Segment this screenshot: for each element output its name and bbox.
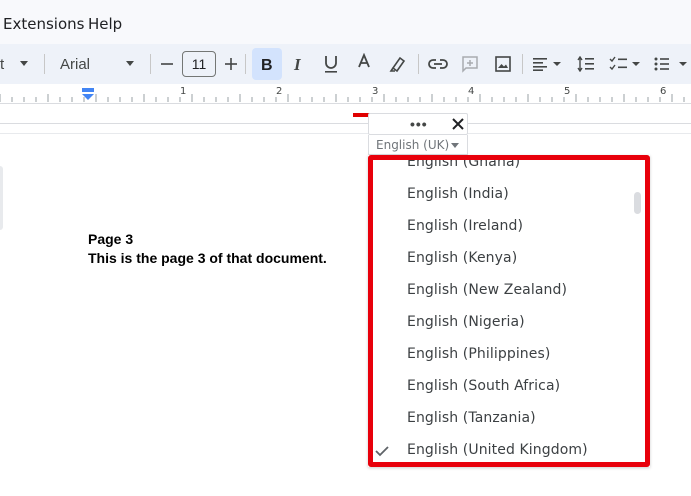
ruler-number: 1 (180, 86, 187, 97)
paragraph-style-value: t (0, 55, 5, 73)
add-comment-button[interactable] (457, 50, 483, 78)
svg-text:I: I (293, 56, 302, 72)
document-heading: Page 3 (88, 231, 134, 247)
close-icon[interactable] (449, 115, 467, 133)
language-option-label: English (Nigeria) (407, 314, 525, 330)
font-size-input[interactable]: 11 (182, 51, 216, 77)
language-option-label: English (Kenya) (407, 250, 518, 266)
checklist-icon (609, 56, 640, 71)
page-top-line (0, 133, 691, 134)
language-dropdown-list: English (Ghana) English (India) English … (368, 155, 650, 467)
image-icon (495, 56, 511, 72)
align-icon (533, 58, 561, 71)
caret-down-icon (451, 143, 459, 148)
toolbar-divider (44, 54, 45, 74)
language-option[interactable]: English (Ireland) (368, 211, 636, 243)
increase-font-size-button[interactable] (222, 54, 240, 74)
plus-icon (225, 58, 237, 70)
caret-down-icon (20, 61, 28, 66)
ruler-number: 4 (468, 86, 475, 97)
text-color-icon (358, 53, 370, 68)
highlight-color-button[interactable] (386, 50, 410, 78)
ruler-ticks (0, 94, 685, 102)
language-option[interactable]: English (Philippines) (368, 339, 636, 371)
toolbar-divider (522, 54, 523, 74)
text-color-button[interactable] (352, 50, 376, 72)
underline-button[interactable] (319, 50, 343, 78)
language-option[interactable]: English (South Africa) (368, 371, 636, 403)
language-option-label: English (South Africa) (407, 378, 561, 394)
toolbar: t Arial 11 B I (0, 44, 691, 117)
language-option[interactable]: English (Nigeria) (368, 307, 636, 339)
language-option[interactable]: English (New Zealand) (368, 275, 636, 307)
language-option[interactable]: English (Kenya) (368, 243, 636, 275)
language-option-label: English (Philippines) (407, 346, 551, 362)
language-option-label: English (Ghana) (407, 155, 521, 170)
language-widget: ••• (368, 113, 468, 135)
language-select-value: English (UK) (376, 138, 450, 152)
ruler-number: 3 (372, 86, 379, 97)
side-panel-edge (0, 166, 3, 230)
italic-icon: I (293, 56, 302, 72)
language-option-label: English (Ireland) (407, 218, 524, 234)
indent-marker-icon[interactable] (82, 88, 94, 102)
language-option[interactable]: English (India) (368, 179, 636, 211)
language-option-label: English (Tanzania) (407, 410, 536, 426)
bold-button[interactable]: B (252, 48, 282, 80)
link-icon (428, 59, 448, 69)
insert-link-button[interactable] (425, 50, 451, 78)
align-button[interactable] (529, 50, 565, 78)
toolbar-divider (418, 54, 419, 74)
svg-text:B: B (261, 57, 273, 72)
language-option-label: English (United Kingdom) (407, 442, 588, 458)
toolbar-divider (150, 54, 151, 74)
add-comment-icon (462, 56, 478, 73)
checkmark-icon (375, 446, 389, 457)
caret-down-icon (126, 61, 134, 66)
bulleted-list-button[interactable] (651, 50, 691, 78)
ruler-number: 6 (660, 86, 667, 97)
menu-extensions[interactable]: Extensions (3, 15, 84, 33)
decrease-font-size-button[interactable] (158, 54, 176, 74)
language-option[interactable]: English (Tanzania) (368, 403, 636, 435)
language-option[interactable]: English (Ghana) (368, 155, 636, 179)
insert-image-button[interactable] (490, 50, 516, 78)
underline-icon (325, 56, 337, 73)
toolbar-divider (245, 54, 246, 74)
minus-icon (161, 63, 173, 65)
bulleted-list-icon (654, 57, 687, 71)
language-option-label: English (India) (407, 186, 509, 202)
language-option-label: English (New Zealand) (407, 282, 568, 298)
font-family-value: Arial (60, 55, 91, 73)
page-break-line (0, 123, 691, 124)
bold-icon: B (261, 57, 273, 72)
line-spacing-button[interactable] (573, 50, 599, 78)
more-options-button[interactable]: ••• (410, 116, 428, 132)
checklist-button[interactable] (606, 50, 644, 78)
ruler-number: 5 (564, 86, 571, 97)
line-spacing-icon (577, 56, 594, 72)
highlighter-icon (389, 56, 406, 73)
language-option-selected[interactable]: English (United Kingdom) (368, 435, 636, 467)
ruler-number: 2 (276, 86, 283, 97)
document-body-text: This is the page 3 of that document. (88, 250, 327, 266)
font-family-select[interactable]: Arial (50, 52, 142, 76)
menu-bar: Extensions Help (0, 0, 691, 44)
italic-button[interactable]: I (287, 50, 311, 78)
paragraph-style-select[interactable]: t (0, 52, 42, 76)
language-select[interactable]: English (UK) (368, 135, 468, 155)
dropdown-scrollbar[interactable] (634, 192, 641, 214)
menu-help[interactable]: Help (88, 15, 122, 33)
